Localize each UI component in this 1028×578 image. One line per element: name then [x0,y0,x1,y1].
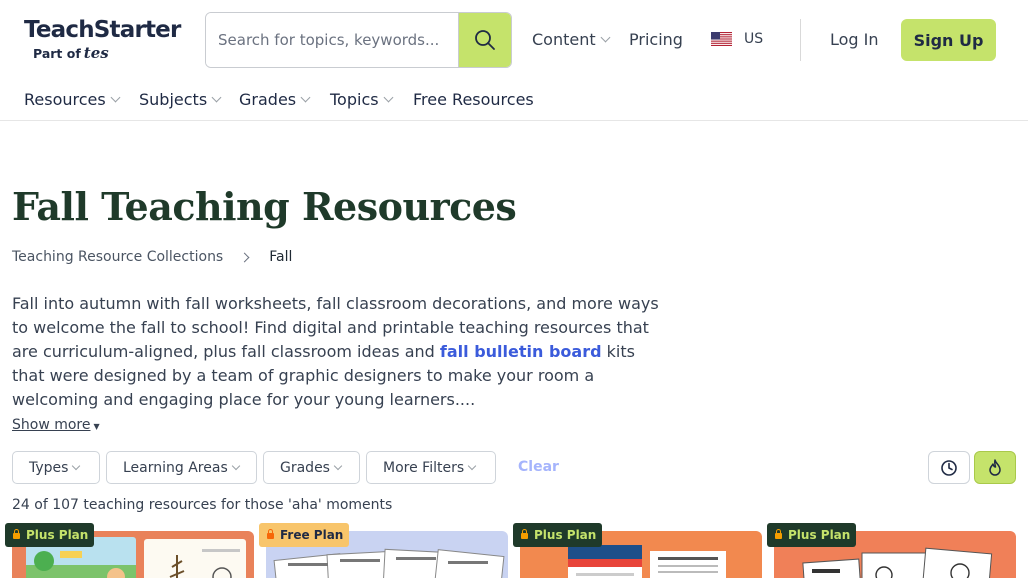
plan-badge: Plus Plan [513,523,603,547]
subnav-free-resources[interactable]: Free Resources [413,90,534,109]
chevron-down-icon [231,461,240,470]
subnav-subjects[interactable]: Subjects [139,90,222,109]
breadcrumb-item-collections[interactable]: Teaching Resource Collections [12,249,223,265]
pricing-link[interactable]: Pricing [629,30,683,49]
plan-badge: Plus Plan [767,523,857,547]
result-count: 24 of 107 teaching resources for those '… [12,497,393,513]
clear-filters-button[interactable]: Clear [518,459,559,475]
plan-badge: Plus Plan [5,523,95,547]
us-flag-icon [711,32,732,46]
login-link[interactable]: Log In [830,30,879,49]
caret-down-icon: ▼ [93,422,100,431]
chevron-down-icon [383,92,394,103]
site-header: TeachStarter Part oftes Content Pricing [0,0,1028,121]
chevron-down-icon [211,92,222,103]
lock-icon [521,529,528,539]
chevron-down-icon [110,92,121,103]
plan-badge: Free Plan [259,523,350,547]
subnav-resources[interactable]: Resources [24,90,121,109]
search-button[interactable] [458,13,511,67]
subnav-topics[interactable]: Topics [330,90,394,109]
sort-popular-button[interactable] [974,451,1016,484]
clock-icon [941,459,957,476]
teachstarter-logo[interactable]: TeachStarter Part of tes [24,16,186,66]
region-selector[interactable]: US [711,31,763,47]
filter-types[interactable]: Types [12,451,100,484]
lock-icon [775,529,782,539]
logo-subtitle: Part of tes [33,44,109,62]
breadcrumb-item-current: Fall [269,249,293,265]
chevron-down-icon [600,32,611,43]
collection-description: Fall into autumn with fall worksheets, f… [12,294,659,409]
fall-bulletin-board-link[interactable]: fall bulletin board [440,342,602,361]
tes-logo: tes [83,44,109,62]
filter-more-filters[interactable]: More Filters [366,451,496,484]
search-bar [205,12,512,68]
filter-learning-areas[interactable]: Learning Areas [106,451,257,484]
breadcrumb: Teaching Resource Collections Fall [12,249,292,265]
chevron-right-icon [239,252,250,262]
chevron-down-icon [300,92,311,103]
chevron-down-icon [467,461,477,470]
header-divider [800,19,801,61]
signup-button[interactable]: Sign Up [901,19,996,61]
subnav-grades[interactable]: Grades [239,90,311,109]
search-input[interactable] [206,13,459,67]
logo-wordmark: TeachStarter [24,17,181,43]
search-icon [475,30,495,50]
lock-icon [267,529,274,539]
filter-grades[interactable]: Grades [263,451,360,484]
show-more-toggle[interactable]: Show more ▼ [12,417,100,433]
chevron-down-icon [72,461,81,470]
page-title: Fall Teaching Resources [12,184,517,229]
sort-recent-button[interactable] [928,451,970,484]
flame-icon [989,458,1001,476]
lock-icon [13,529,20,539]
chevron-down-icon [333,461,343,470]
content-menu[interactable]: Content [532,30,611,49]
